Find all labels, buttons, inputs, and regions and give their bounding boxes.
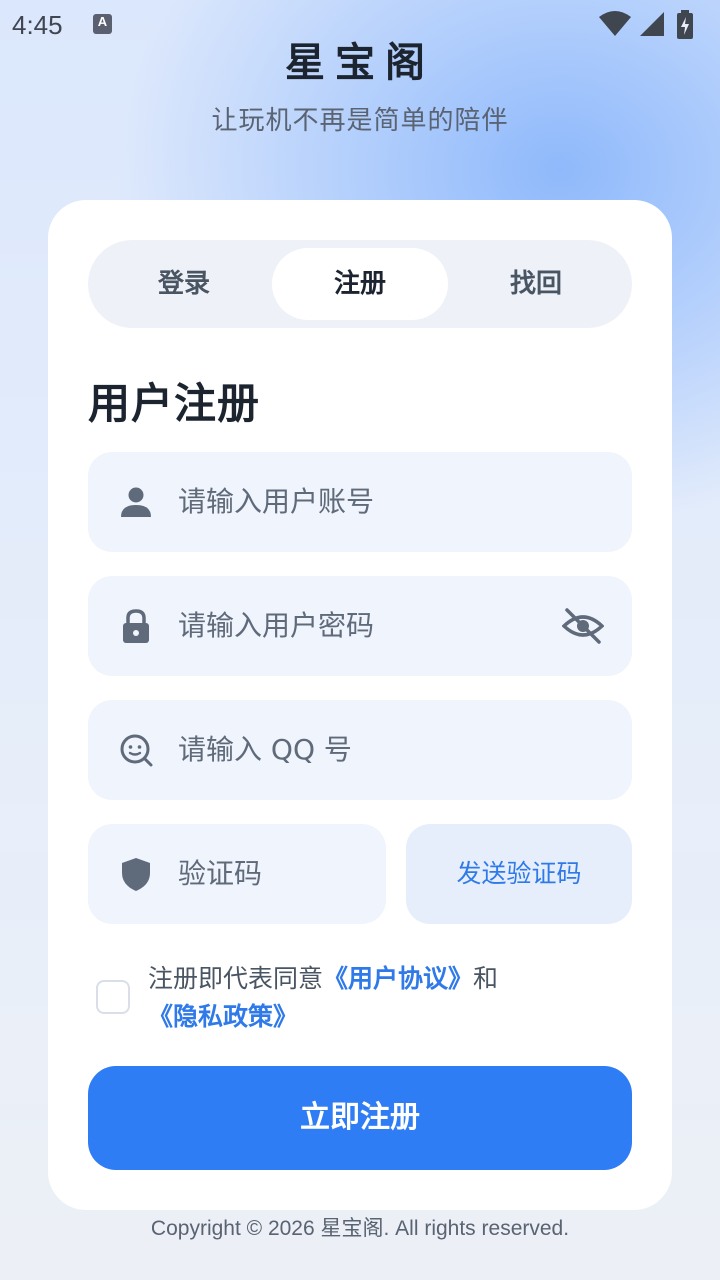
wifi-icon xyxy=(599,11,631,36)
copyright: Copyright © 2026 星宝阁. All rights reserve… xyxy=(150,1217,570,1240)
send-code-button[interactable]: 发送验证码 xyxy=(406,824,632,924)
user-agreement-link[interactable]: 《用户协议》 xyxy=(323,964,473,993)
user-icon xyxy=(121,487,151,517)
form-title: 用户注册 xyxy=(88,379,261,428)
password-input[interactable]: 请输入用户密码 xyxy=(178,576,374,676)
code-field[interactable]: 验证码 xyxy=(88,824,386,924)
shield-icon xyxy=(122,858,150,891)
account-field[interactable]: 请输入用户账号 xyxy=(88,452,632,552)
slogan: 让玩机不再是简单的陪伴 xyxy=(211,106,509,136)
register-button[interactable]: 立即注册 xyxy=(88,1066,632,1170)
lock-icon xyxy=(123,609,149,643)
agreement-conjunction: 和 xyxy=(473,964,499,993)
code-input[interactable]: 验证码 xyxy=(178,824,262,924)
agreement-text: 注册即代表同意《用户协议》和《隐私政策》 xyxy=(148,960,638,1036)
battery-charging-icon xyxy=(677,10,693,39)
status-time: 4:45 xyxy=(12,10,63,40)
password-field[interactable]: 请输入用户密码 xyxy=(88,576,632,676)
account-input[interactable]: 请输入用户账号 xyxy=(178,452,374,552)
qq-icon xyxy=(120,734,153,767)
brand-title: 星宝阁 xyxy=(285,40,435,86)
notification-icon: A xyxy=(93,14,112,34)
agreement-checkbox[interactable] xyxy=(96,980,130,1014)
qq-field[interactable]: 请输入 QQ 号 xyxy=(88,700,632,800)
register-card: 登录 注册 找回 用户注册 请输入用户账号 请输入用户密码 请输入 QQ 号 验… xyxy=(48,200,672,1210)
tab-login[interactable]: 登录 xyxy=(96,248,272,320)
auth-tabs: 登录 注册 找回 xyxy=(88,240,632,328)
tab-recover[interactable]: 找回 xyxy=(448,248,624,320)
signal-icon xyxy=(640,12,664,36)
tab-register[interactable]: 注册 xyxy=(272,248,448,320)
privacy-policy-link[interactable]: 《隐私政策》 xyxy=(148,1002,298,1031)
agreement-prefix: 注册即代表同意 xyxy=(148,964,324,993)
eye-off-icon[interactable] xyxy=(562,606,604,646)
qq-input[interactable]: 请输入 QQ 号 xyxy=(178,700,352,800)
